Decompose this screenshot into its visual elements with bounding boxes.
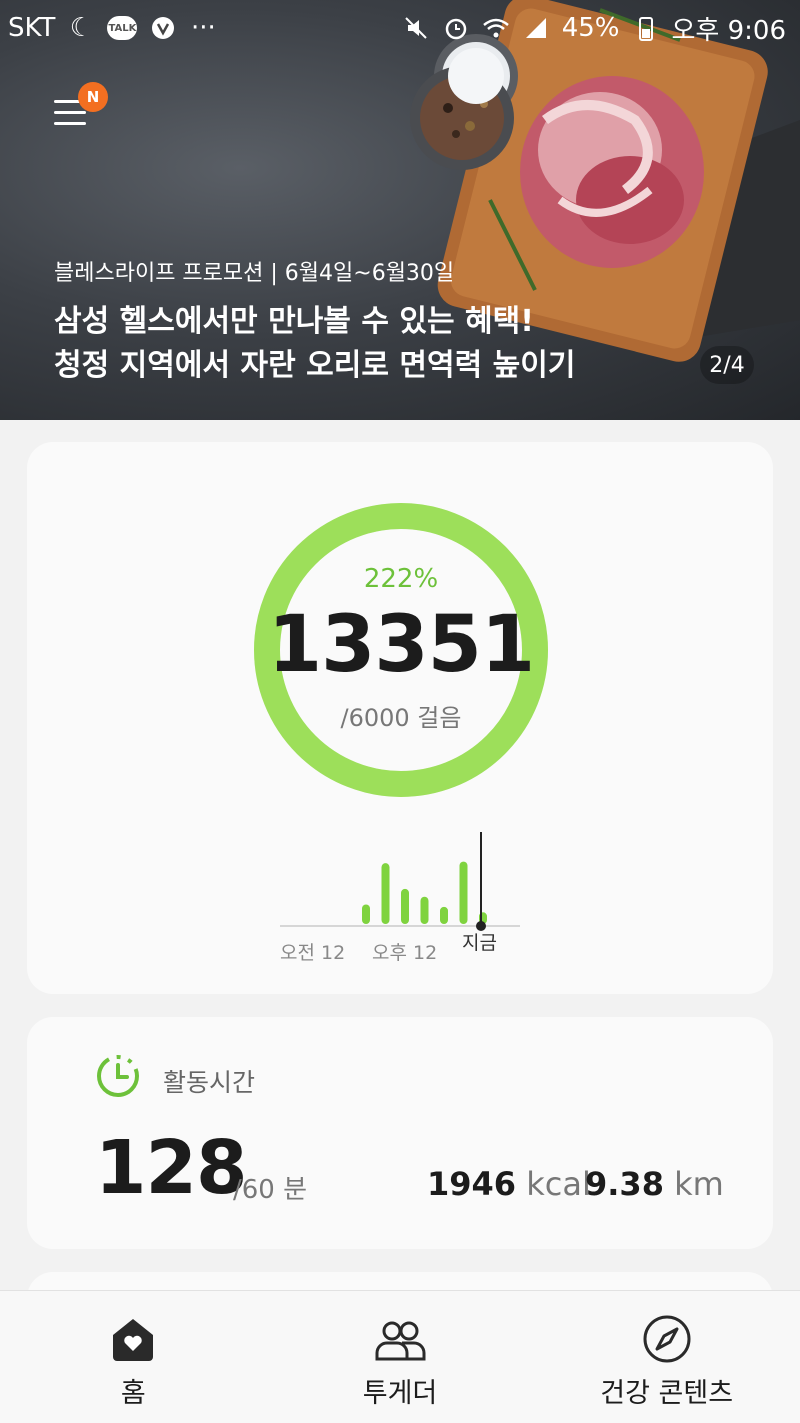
activity-minutes: 128 [95, 1125, 247, 1211]
steps-ring: 222% 13351 /6000 걸음 [253, 502, 549, 798]
status-bar: SKT ☾ TALK ··· 45% 오후 9:06 [0, 0, 800, 56]
steps-count: 13351 [267, 600, 535, 690]
tick-label-am: 오전 12 [280, 942, 346, 964]
people-icon [375, 1321, 426, 1361]
activity-card[interactable]: 활동시간 128 /60 분 1946 kcal 9.38 km [27, 1017, 773, 1249]
now-label: 지금 [462, 932, 497, 954]
steps-hourly-chart: 오전 12 오후 12 지금 [280, 826, 540, 966]
promo-subtitle: 블레스라이프 프로모션 | 6월4일~6월30일 [54, 261, 455, 286]
nav-together[interactable]: 투게더 [267, 1291, 534, 1423]
timer-icon [97, 1055, 139, 1097]
hourly-bar [401, 888, 409, 924]
hourly-bar [362, 904, 370, 924]
hourly-bar [381, 863, 390, 924]
compass-icon [643, 1315, 691, 1363]
signal-icon [522, 14, 550, 42]
wifi-icon [482, 14, 510, 42]
promo-banner[interactable]: SKT ☾ TALK ··· 45% 오후 9:06 N 블레스라이프 프로모션… [0, 0, 800, 420]
notification-badge: N [78, 82, 108, 112]
carrier-label: SKT [8, 13, 56, 43]
steps-percent: 222% [363, 564, 439, 594]
hourly-bar [420, 896, 429, 924]
bottom-navigation: 홈 투게더 건강 콘텐츠 [0, 1290, 800, 1423]
v-app-icon [149, 14, 177, 42]
moon-icon: ☾ [69, 13, 94, 43]
kakaotalk-icon: TALK [107, 16, 138, 40]
steps-goal: /6000 걸음 [340, 704, 462, 732]
distance: 9.38 km [585, 1165, 724, 1203]
menu-button[interactable]: N [54, 82, 108, 134]
tick-label-pm: 오후 12 [372, 942, 438, 964]
page-indicator: 2/4 [700, 346, 754, 384]
bars-svg [280, 832, 520, 931]
hourly-bar [440, 906, 448, 924]
activity-goal: /60 분 [233, 1175, 308, 1205]
activity-title: 활동시간 [163, 1068, 256, 1097]
alarm-icon [442, 14, 470, 42]
home-heart-icon [113, 1319, 154, 1361]
promo-title: 삼성 헬스에서만 만나볼 수 있는 혜택! 청정 지역에서 자란 오리로 면역력… [54, 304, 576, 383]
mute-icon [402, 14, 430, 42]
nav-home[interactable]: 홈 [0, 1291, 267, 1423]
battery-icon [632, 14, 660, 42]
battery-percent: 45% [561, 13, 620, 43]
nav-health-content[interactable]: 건강 콘텐츠 [533, 1291, 800, 1423]
hourly-bar [459, 861, 468, 924]
clock: 오후 9:06 [671, 15, 787, 46]
more-icon: ··· [191, 13, 216, 43]
calories: 1946 kcal [427, 1165, 591, 1203]
steps-card[interactable]: 222% 13351 /6000 걸음 오전 12 오후 12 지금 [27, 442, 773, 994]
